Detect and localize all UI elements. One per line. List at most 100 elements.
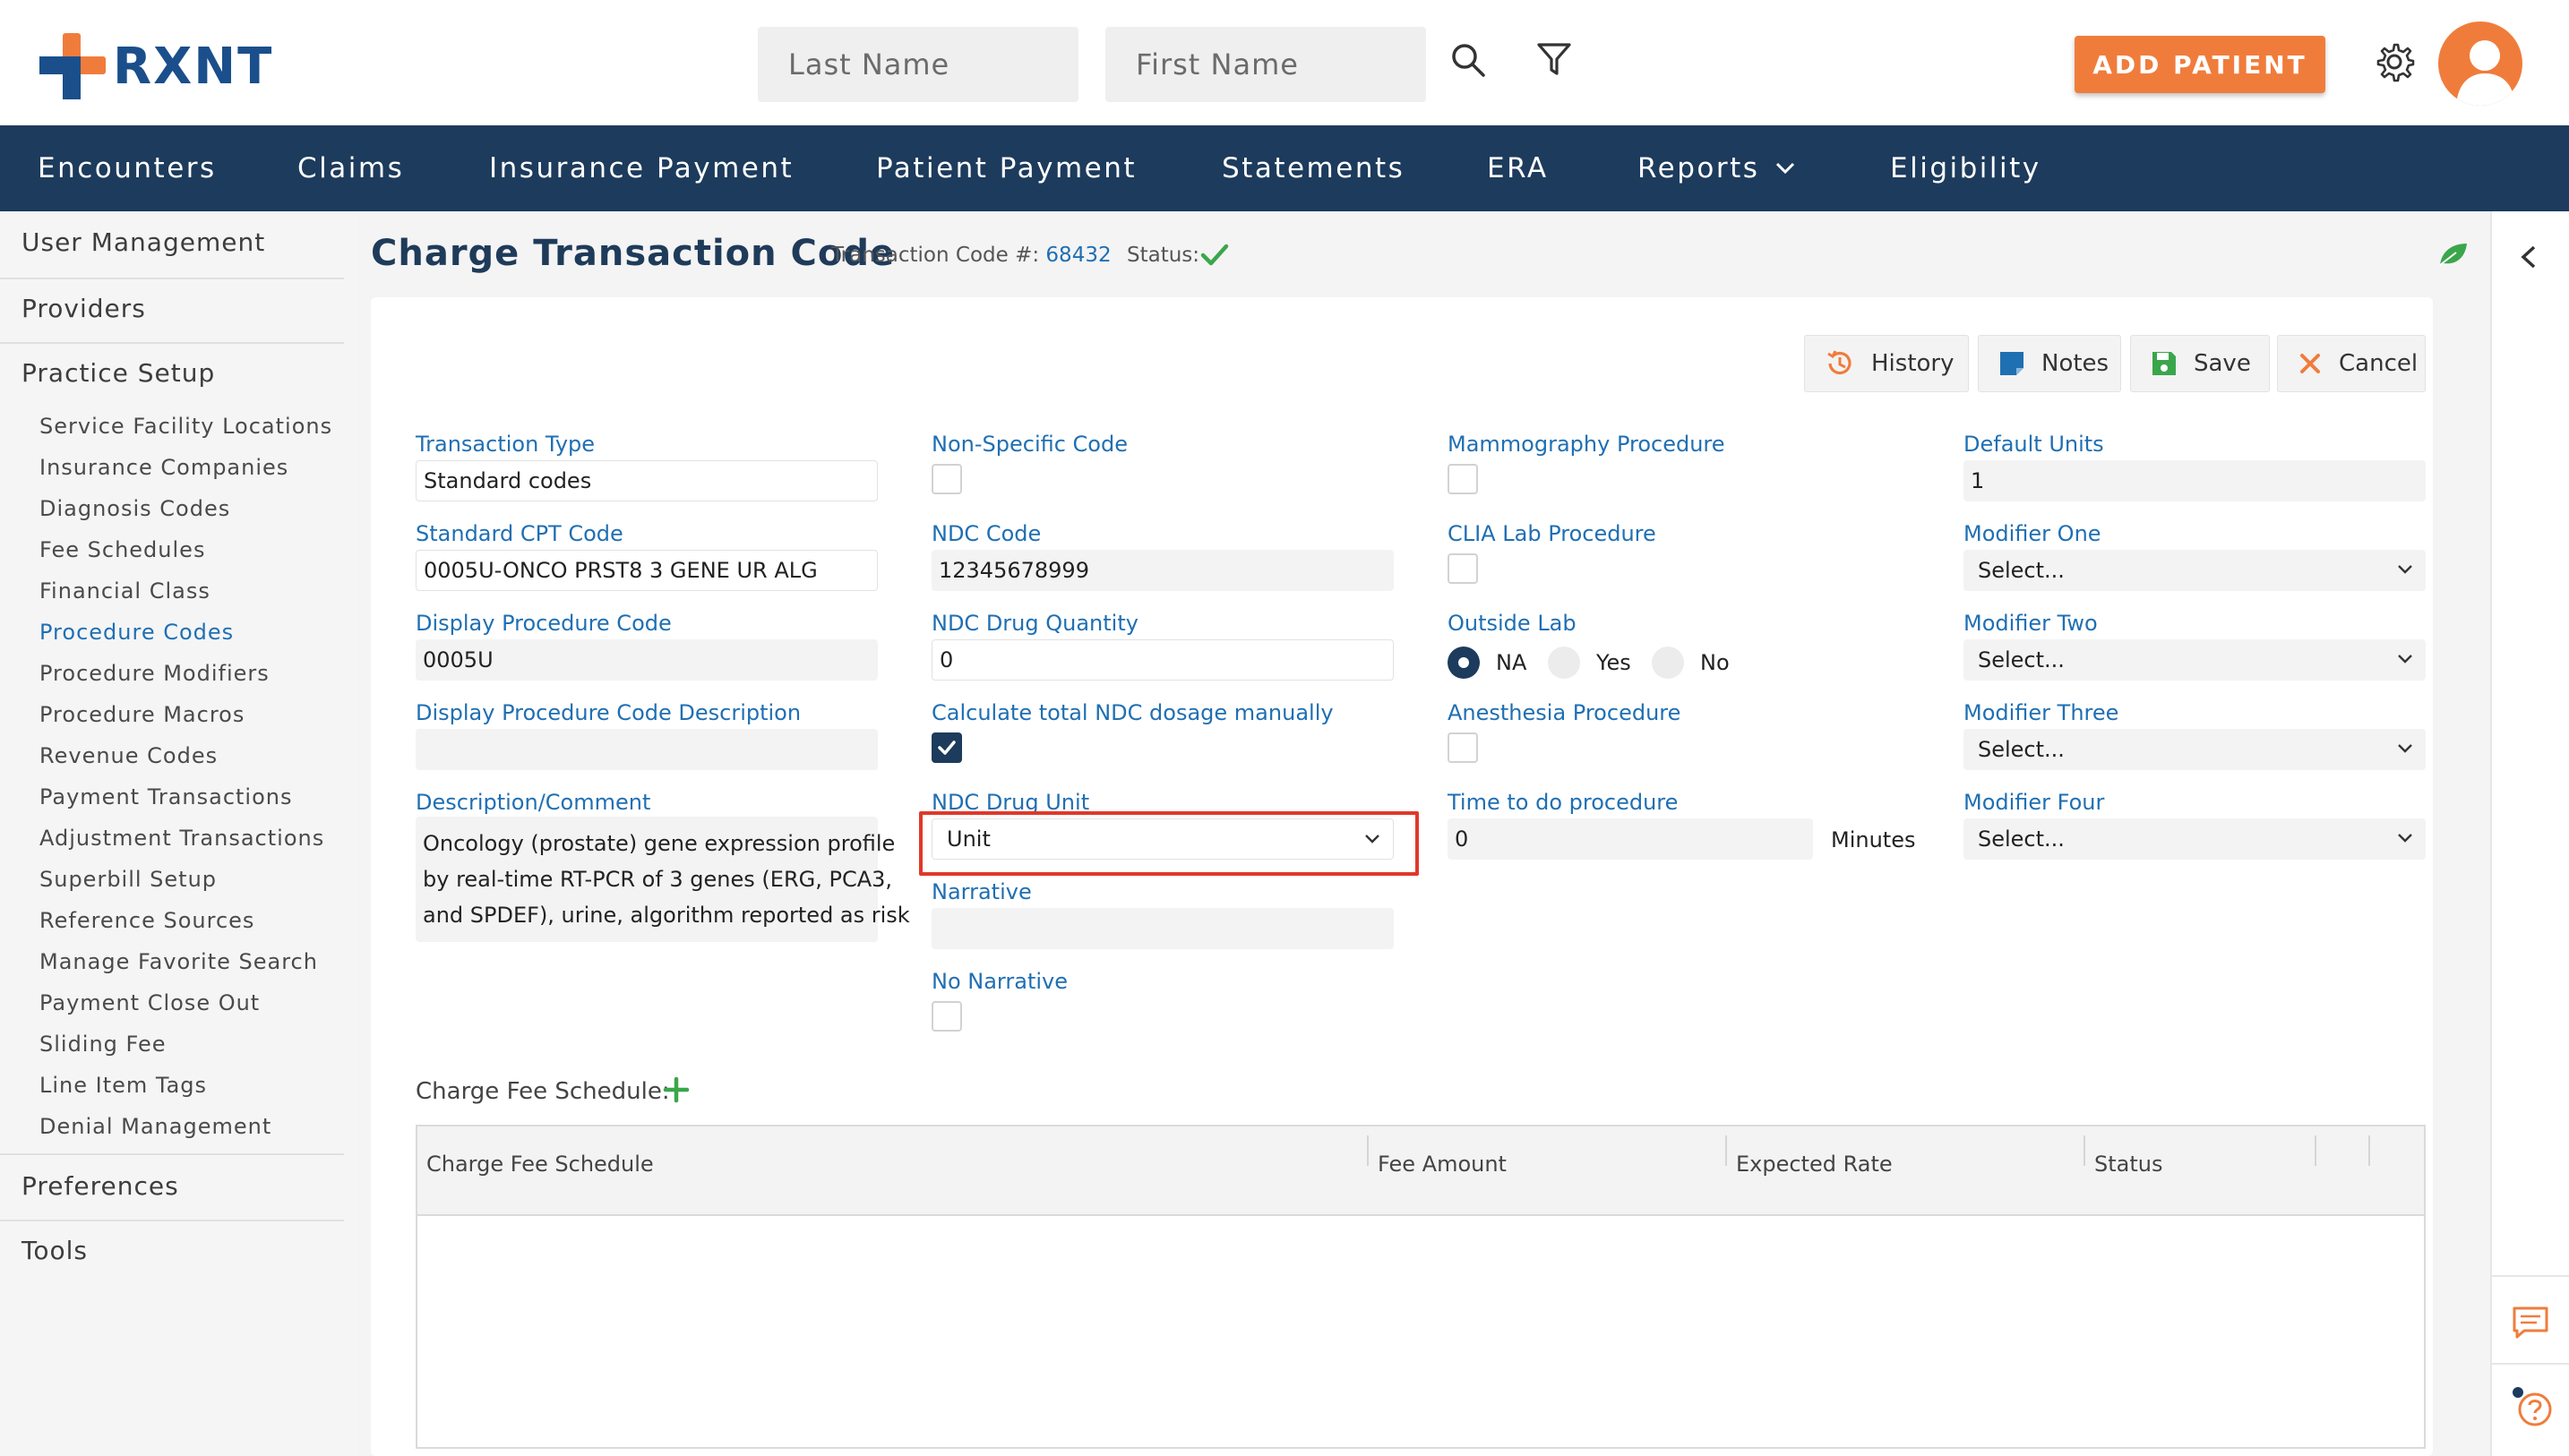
charge-fee-schedule-label: Charge Fee Schedule: xyxy=(416,1078,670,1105)
clia-lab-procedure-label: CLIA Lab Procedure xyxy=(1448,521,1656,546)
notes-icon xyxy=(2000,352,2023,375)
standard-cpt-field[interactable]: 0005U-ONCO PRST8 3 GENE UR ALG xyxy=(416,550,878,591)
settings-gear-icon[interactable] xyxy=(2374,41,2415,82)
sidebar-item-revenue-codes[interactable]: Revenue Codes xyxy=(39,743,218,768)
add-patient-button[interactable]: ADD PATIENT xyxy=(2075,36,2325,93)
nav-claims[interactable]: Claims xyxy=(297,125,404,211)
sidebar-item-manage-favorite-search[interactable]: Manage Favorite Search xyxy=(39,949,318,974)
filter-icon[interactable] xyxy=(1534,39,1575,81)
nav-insurance-payment[interactable]: Insurance Payment xyxy=(489,125,794,211)
modifier-three-select[interactable]: Select... xyxy=(1963,729,2426,770)
sidebar-item-payment-close-out[interactable]: Payment Close Out xyxy=(39,990,260,1015)
outside-lab-radio-no[interactable] xyxy=(1652,647,1684,679)
sidebar-providers[interactable]: Providers xyxy=(21,294,146,323)
non-specific-code-label: Non-Specific Code xyxy=(932,432,1128,457)
column-separator xyxy=(2368,1135,2370,1166)
column-separator xyxy=(2084,1135,2085,1166)
sidebar-user-management[interactable]: User Management xyxy=(21,227,265,257)
sidebar-divider xyxy=(0,278,344,279)
sidebar-practice-setup[interactable]: Practice Setup xyxy=(21,358,215,388)
column-separator xyxy=(1725,1135,1727,1166)
description-comment-field[interactable]: Oncology (prostate) gene expression prof… xyxy=(416,817,910,942)
display-procedure-code-field[interactable]: 0005U xyxy=(416,639,878,681)
modifier-one-select[interactable]: Select... xyxy=(1963,550,2426,591)
first-name-search-input[interactable] xyxy=(1105,27,1426,102)
sidebar-item-superbill-setup[interactable]: Superbill Setup xyxy=(39,867,217,892)
column-separator xyxy=(2315,1135,2316,1166)
outside-lab-radio-yes[interactable] xyxy=(1548,647,1580,679)
add-plus-icon[interactable] xyxy=(663,1076,690,1103)
outside-lab-radio-na[interactable] xyxy=(1448,647,1480,679)
nav-statements[interactable]: Statements xyxy=(1222,125,1405,211)
mammography-procedure-checkbox[interactable] xyxy=(1448,464,1478,494)
history-icon xyxy=(1827,350,1852,375)
sidebar-item-denial-management[interactable]: Denial Management xyxy=(39,1114,271,1139)
column-header-status[interactable]: Status xyxy=(2094,1152,2162,1177)
sidebar-item-financial-class[interactable]: Financial Class xyxy=(39,578,211,604)
nav-encounters[interactable]: Encounters xyxy=(38,125,217,211)
sidebar-item-sliding-fee[interactable]: Sliding Fee xyxy=(39,1032,167,1057)
close-icon xyxy=(2300,354,2320,373)
modifier-two-value: Select... xyxy=(1978,647,2065,672)
nav-era[interactable]: ERA xyxy=(1487,125,1549,211)
save-button[interactable]: Save xyxy=(2130,335,2270,392)
column-header-fee-amount[interactable]: Fee Amount xyxy=(1378,1152,1507,1177)
history-label: History xyxy=(1871,350,1955,377)
sidebar-item-reference-sources[interactable]: Reference Sources xyxy=(39,908,254,933)
save-label: Save xyxy=(2194,350,2251,377)
chevron-left-icon[interactable] xyxy=(2517,244,2540,270)
anesthesia-procedure-checkbox[interactable] xyxy=(1448,732,1478,763)
non-specific-code-checkbox[interactable] xyxy=(932,464,962,494)
chevron-down-icon xyxy=(2398,565,2412,574)
clia-lab-procedure-checkbox[interactable] xyxy=(1448,553,1478,584)
standard-cpt-label: Standard CPT Code xyxy=(416,521,623,546)
modifier-one-label: Modifier One xyxy=(1963,521,2101,546)
sidebar-item-procedure-macros[interactable]: Procedure Macros xyxy=(39,702,245,727)
sidebar-preferences[interactable]: Preferences xyxy=(21,1171,179,1201)
leaf-icon[interactable] xyxy=(2436,240,2469,269)
history-button[interactable]: History xyxy=(1804,335,1969,392)
modifier-two-select[interactable]: Select... xyxy=(1963,639,2426,681)
sidebar-item-procedure-modifiers[interactable]: Procedure Modifiers xyxy=(39,661,270,686)
sidebar-item-adjustment-transactions[interactable]: Adjustment Transactions xyxy=(39,826,324,851)
sidebar-item-diagnosis-codes[interactable]: Diagnosis Codes xyxy=(39,496,230,521)
transaction-type-field[interactable]: Standard codes xyxy=(416,460,878,501)
sidebar-item-service-facility-locations[interactable]: Service Facility Locations xyxy=(39,414,332,439)
modifier-four-label: Modifier Four xyxy=(1963,790,2105,815)
rxnt-logo[interactable]: RXNT xyxy=(39,32,273,100)
cross-logo-icon xyxy=(39,33,106,99)
cancel-button[interactable]: Cancel xyxy=(2277,335,2426,392)
column-separator xyxy=(1367,1135,1369,1166)
nav-eligibility[interactable]: Eligibility xyxy=(1890,125,2041,211)
sidebar-tools[interactable]: Tools xyxy=(21,1236,88,1265)
display-code-description-field[interactable] xyxy=(416,729,878,770)
sidebar-item-procedure-codes[interactable]: Procedure Codes xyxy=(39,620,234,645)
help-icon[interactable] xyxy=(2512,1386,2553,1427)
time-to-do-procedure-field[interactable]: 0 xyxy=(1448,818,1813,860)
user-avatar[interactable] xyxy=(2438,21,2522,106)
chat-icon[interactable] xyxy=(2512,1306,2549,1340)
column-header-charge-fee-schedule[interactable]: Charge Fee Schedule xyxy=(426,1152,654,1177)
modifier-three-value: Select... xyxy=(1978,737,2065,762)
user-avatar-icon xyxy=(2456,40,2515,106)
default-units-field[interactable]: 1 xyxy=(1963,460,2426,501)
nav-patient-payment[interactable]: Patient Payment xyxy=(876,125,1137,211)
outside-lab-option-yes: Yes xyxy=(1596,650,1631,675)
last-name-search-input[interactable] xyxy=(758,27,1078,102)
strip-divider xyxy=(2492,1363,2569,1365)
search-icon[interactable] xyxy=(1448,39,1489,81)
sidebar-item-line-item-tags[interactable]: Line Item Tags xyxy=(39,1073,207,1098)
narrative-field[interactable] xyxy=(932,908,1394,949)
nav-reports[interactable]: Reports xyxy=(1637,125,1795,211)
time-to-do-procedure-label: Time to do procedure xyxy=(1448,790,1679,815)
column-header-expected-rate[interactable]: Expected Rate xyxy=(1736,1152,1893,1177)
ndc-drug-quantity-field[interactable]: 0 xyxy=(932,639,1394,681)
sidebar-item-insurance-companies[interactable]: Insurance Companies xyxy=(39,455,288,480)
sidebar-item-fee-schedules[interactable]: Fee Schedules xyxy=(39,537,205,562)
notes-button[interactable]: Notes xyxy=(1978,335,2121,392)
no-narrative-checkbox[interactable] xyxy=(932,1001,962,1032)
calculate-ndc-manually-checkbox[interactable] xyxy=(932,732,962,763)
ndc-code-field[interactable]: 12345678999 xyxy=(932,550,1394,591)
modifier-four-select[interactable]: Select... xyxy=(1963,818,2426,860)
sidebar-item-payment-transactions[interactable]: Payment Transactions xyxy=(39,784,293,809)
